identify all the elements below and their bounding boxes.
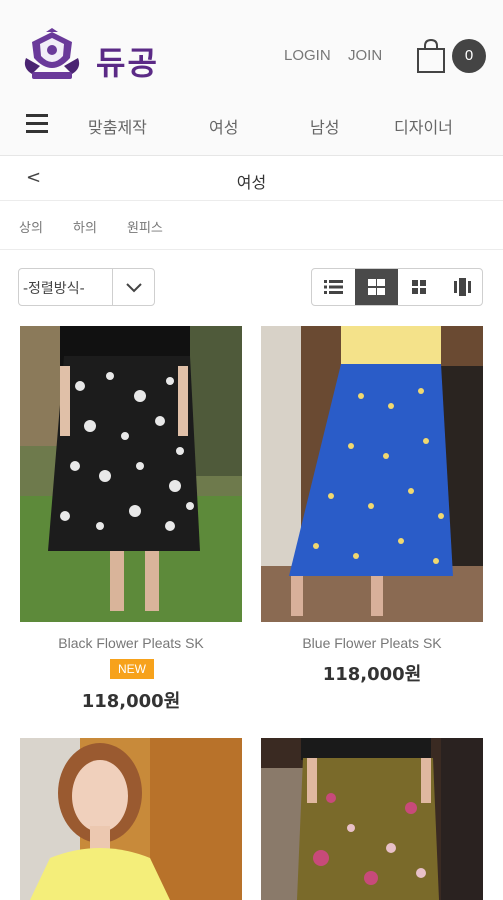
menu-icon[interactable] (26, 114, 48, 136)
product-card[interactable]: Blue Flower Pleats SK 118,000원 (261, 326, 483, 696)
cart-count-badge[interactable]: 0 (452, 39, 486, 73)
nav-item-designer[interactable]: 디자이너 (394, 114, 453, 138)
nav-item-men[interactable]: 남성 (310, 114, 339, 138)
list-view-icon[interactable] (312, 269, 355, 305)
join-link[interactable]: JOIN (348, 47, 382, 64)
grid-3-view-icon[interactable] (398, 269, 441, 305)
grid-2-view-icon[interactable] (355, 269, 398, 305)
product-card[interactable] (20, 738, 242, 900)
product-image[interactable] (261, 326, 483, 622)
page-subheader: < 여성 (0, 157, 503, 201)
sort-label: -정렬방식- (23, 281, 85, 297)
view-mode-toggle (311, 268, 483, 306)
site-header: 듀공 LOGIN JOIN 0 (0, 0, 503, 100)
product-name[interactable]: Blue Flower Pleats SK (261, 635, 483, 651)
brand-name[interactable]: 듀공 (96, 38, 159, 84)
nav-item-women[interactable]: 여성 (209, 114, 238, 138)
product-image[interactable] (20, 738, 242, 900)
product-price: 118,000원 (81, 691, 181, 712)
main-nav: 맞춤제작 여성 남성 디자이너 (0, 100, 503, 156)
category-bottoms[interactable]: 하의 (73, 217, 97, 236)
shopping-bag-icon[interactable] (416, 38, 446, 74)
crest-logo-icon[interactable] (20, 28, 84, 82)
category-dresses[interactable]: 원피스 (127, 217, 163, 236)
sort-select[interactable]: -정렬방식- (18, 268, 155, 306)
category-tops[interactable]: 상의 (19, 217, 43, 236)
product-image[interactable] (261, 738, 483, 900)
product-name[interactable]: Black Flower Pleats SK (20, 635, 242, 651)
product-price: 118,000원 (322, 664, 422, 685)
chevron-down-icon[interactable] (112, 269, 154, 305)
product-card[interactable]: Black Flower Pleats SK NEW 118,000원 (20, 326, 242, 716)
login-link[interactable]: LOGIN (284, 47, 331, 64)
product-card[interactable] (261, 738, 483, 900)
gallery-view-icon[interactable] (441, 269, 482, 305)
product-image[interactable] (20, 326, 242, 622)
nav-item-custom[interactable]: 맞춤제작 (88, 114, 147, 138)
page-title: 여성 (236, 173, 267, 192)
category-tabs: 상의 하의 원피스 (0, 202, 503, 250)
new-badge: NEW (110, 659, 154, 679)
